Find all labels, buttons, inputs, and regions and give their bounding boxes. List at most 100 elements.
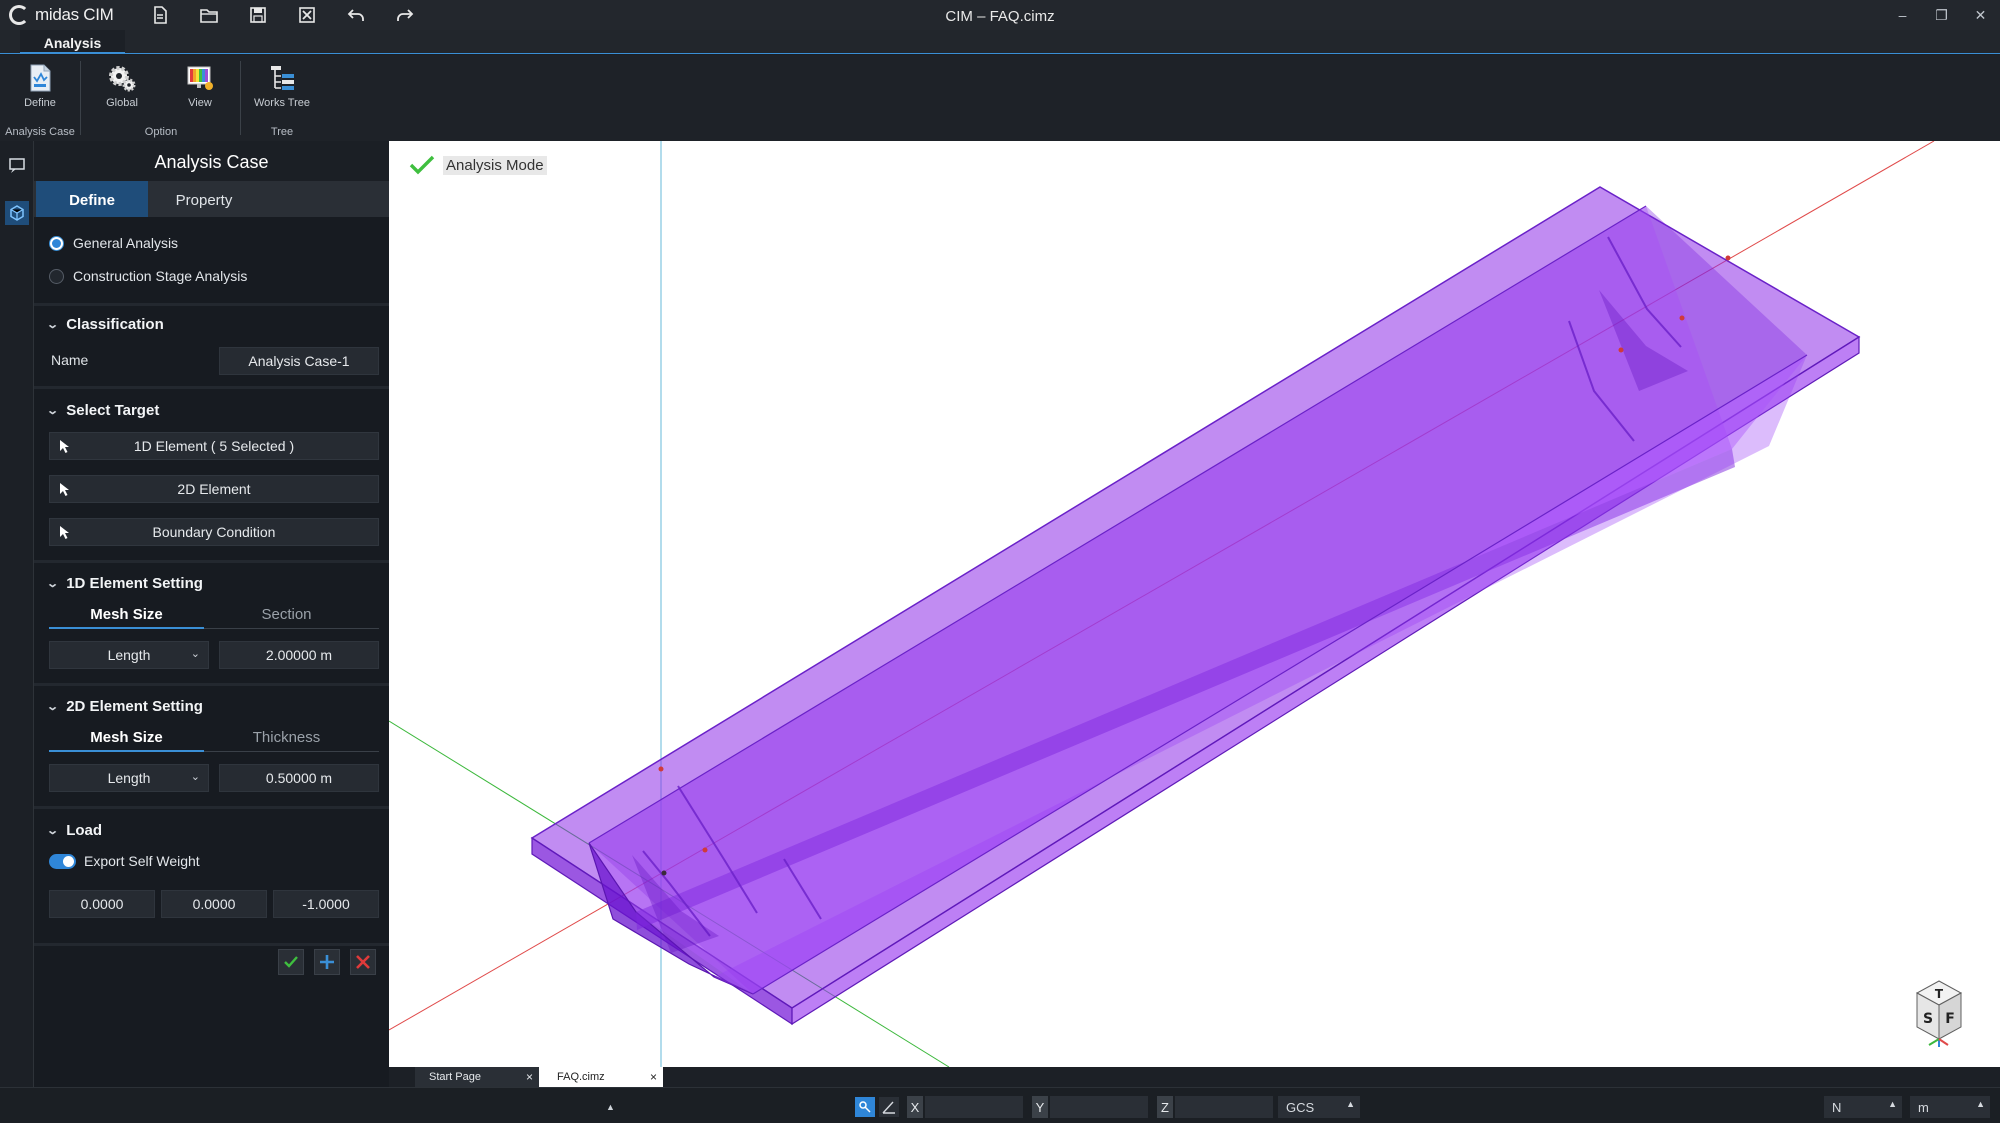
add-button[interactable] <box>314 949 340 975</box>
select-1d-element-button[interactable]: 1D Element ( 5 Selected ) <box>49 432 379 460</box>
button-label: 1D Element ( 5 Selected ) <box>133 438 295 454</box>
section-classification[interactable]: ⌄ Classification <box>46 316 164 333</box>
view-cube[interactable]: T S F <box>1915 980 1963 1047</box>
section-divider <box>34 560 389 563</box>
plus-icon <box>320 955 334 969</box>
chevron-down-icon: ⌄ <box>190 771 200 783</box>
gravity-y-field[interactable]: 0.0000 <box>161 890 267 918</box>
model-cube-icon[interactable] <box>5 201 29 225</box>
snap-icon <box>859 1101 871 1113</box>
define-button[interactable]: Define <box>10 61 70 117</box>
radio-construction-stage-analysis[interactable]: Construction Stage Analysis <box>49 268 247 284</box>
section-1d-element-setting[interactable]: ⌄ 1D Element Setting <box>46 575 203 592</box>
view-cube-front-label: F <box>1945 1011 1955 1027</box>
select-value: Length <box>107 770 151 786</box>
2d-mesh-method-select[interactable]: Length ⌄ <box>49 764 209 792</box>
coordinate-system-select[interactable]: GCS ▲ <box>1278 1096 1360 1118</box>
gravity-x-field[interactable]: 0.0000 <box>49 890 155 918</box>
2d-mesh-size-field[interactable]: 0.50000 m <box>219 764 379 792</box>
export-self-weight-toggle[interactable] <box>49 853 76 869</box>
model-scene: T S F <box>389 141 1963 1067</box>
force-unit-select[interactable]: N ▲ <box>1824 1096 1902 1118</box>
ribbon-group-label: Option <box>144 126 178 138</box>
window-controls: – ❐ ✕ <box>1883 0 2000 30</box>
1d-mesh-size-field[interactable]: 2.00000 m <box>219 641 379 669</box>
radio-indicator <box>49 235 64 251</box>
ribbon-tab-bar: Analysis <box>0 30 2000 54</box>
section-load[interactable]: ⌄ Load <box>46 822 103 839</box>
quick-access-toolbar <box>136 0 430 30</box>
snap-toggle-button[interactable] <box>855 1097 875 1117</box>
check-icon <box>284 956 298 968</box>
section-title: Classification <box>66 316 164 333</box>
minimize-button[interactable]: – <box>1883 0 1922 30</box>
new-file-icon[interactable] <box>136 0 185 30</box>
close-icon[interactable]: × <box>526 1067 533 1087</box>
close-file-icon[interactable] <box>283 0 332 30</box>
redo-icon[interactable] <box>381 0 430 30</box>
section-divider <box>34 386 389 389</box>
save-icon[interactable] <box>234 0 283 30</box>
chevron-down-icon: ⌄ <box>190 648 200 660</box>
open-folder-icon[interactable] <box>185 0 234 30</box>
view-settings-icon <box>187 66 213 90</box>
tab-define[interactable]: Define <box>36 181 148 217</box>
section-2d-element-setting[interactable]: ⌄ 2D Element Setting <box>46 698 203 715</box>
box-girder-model[interactable] <box>530 186 1861 1026</box>
tab-mesh-size-1d[interactable]: Mesh Size <box>49 601 204 629</box>
restore-button[interactable]: ❐ <box>1922 0 1961 30</box>
2d-element-subtabs: Mesh Size Thickness <box>49 724 379 752</box>
select-value: Length <box>107 647 151 663</box>
tab-mesh-size-2d[interactable]: Mesh Size <box>49 724 204 752</box>
coord-z-input[interactable] <box>1175 1096 1273 1118</box>
coord-x-input[interactable] <box>925 1096 1023 1118</box>
tab-property[interactable]: Property <box>148 181 260 217</box>
doc-tab-start-page[interactable]: Start Page × <box>415 1067 539 1087</box>
doc-tab-label: Start Page <box>429 1071 481 1083</box>
left-icon-strip <box>0 141 34 1087</box>
doc-tab-faq[interactable]: FAQ.cimz × <box>539 1067 663 1087</box>
radio-label: Construction Stage Analysis <box>73 268 248 284</box>
select-value: GCS <box>1286 1099 1315 1115</box>
angle-icon <box>882 1101 895 1114</box>
cancel-button[interactable] <box>350 949 376 975</box>
measure-toggle-button[interactable] <box>879 1097 899 1117</box>
chevron-down-icon: ⌄ <box>46 578 60 590</box>
analysis-mode-label: Analysis Mode <box>443 155 547 175</box>
select-2d-element-button[interactable]: 2D Element <box>49 475 379 503</box>
section-select-target[interactable]: ⌄ Select Target <box>46 402 159 419</box>
apply-button[interactable] <box>278 949 304 975</box>
export-self-weight-row: Export Self Weight <box>49 853 200 869</box>
undo-icon[interactable] <box>332 0 381 30</box>
cursor-arrow-icon <box>60 526 69 539</box>
section-title: Load <box>66 822 103 839</box>
select-value: N <box>1832 1099 1842 1115</box>
tab-thickness[interactable]: Thickness <box>209 724 364 752</box>
coord-y-input[interactable] <box>1050 1096 1148 1118</box>
logo-mark-icon <box>9 5 29 25</box>
name-field[interactable]: Analysis Case-1 <box>219 347 379 375</box>
close-icon[interactable]: × <box>650 1067 657 1087</box>
gravity-z-field[interactable]: -1.0000 <box>273 890 379 918</box>
chevron-up-icon: ▲ <box>1888 1099 1897 1109</box>
section-title: 1D Element Setting <box>66 575 203 592</box>
length-unit-select[interactable]: m ▲ <box>1910 1096 1990 1118</box>
1d-mesh-method-select[interactable]: Length ⌄ <box>49 641 209 669</box>
radio-general-analysis[interactable]: General Analysis <box>49 235 178 251</box>
ribbon-tab-analysis[interactable]: Analysis <box>20 30 125 54</box>
select-boundary-condition-button[interactable]: Boundary Condition <box>49 518 379 546</box>
close-window-button[interactable]: ✕ <box>1961 0 2000 30</box>
gear-icon <box>109 66 136 92</box>
app-logo: midas CIM <box>9 0 114 30</box>
works-tree-button[interactable]: Works Tree <box>252 61 312 117</box>
analysis-mode-badge: Analysis Mode <box>409 155 547 175</box>
section-divider <box>34 943 389 946</box>
global-button[interactable]: Global <box>92 61 152 117</box>
comment-icon[interactable] <box>5 153 29 177</box>
title-bar: midas CIM CIM – FAQ.cimz – ❐ ✕ <box>0 0 2000 30</box>
collapse-icon[interactable]: ▲ <box>606 1096 615 1117</box>
model-viewport[interactable]: T S F Analysis Mode <box>389 141 2000 1067</box>
tab-section[interactable]: Section <box>209 601 364 629</box>
view-button[interactable]: View <box>170 61 230 117</box>
coord-z-label: Z <box>1157 1096 1173 1118</box>
